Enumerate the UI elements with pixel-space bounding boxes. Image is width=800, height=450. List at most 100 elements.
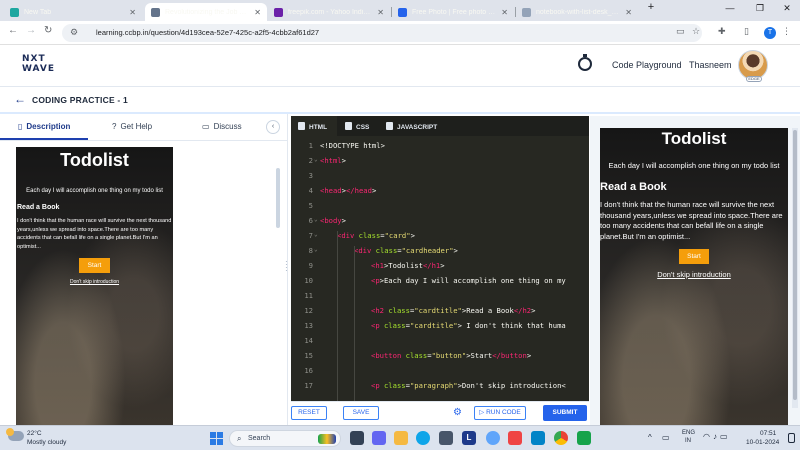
clock-time[interactable]: 07:51 (760, 430, 776, 437)
fold-chevron-icon[interactable]: ⌄ (314, 216, 318, 223)
language-indicator[interactable]: ENG (682, 430, 695, 436)
code-line[interactable]: 7 ⌄ <div class="card"> (291, 231, 589, 246)
code-playground-link[interactable]: Code Playground (612, 60, 682, 70)
cloudy-weather-icon[interactable] (6, 428, 24, 441)
taskbar-search[interactable]: ⌕ Search (229, 430, 341, 447)
browser-tab-strip: New Tab ✕ Revolutionizing the Job Market… (0, 0, 800, 21)
tab-description[interactable]: ▯ Description (18, 122, 70, 131)
site-info-icon[interactable]: ⚙ (70, 27, 78, 38)
code-line[interactable]: 5 (291, 201, 589, 216)
code-line[interactable]: 11 (291, 291, 589, 306)
code-line[interactable]: 1 <!DOCTYPE html> (291, 141, 589, 156)
telegram-icon[interactable] (531, 431, 545, 445)
reset-button[interactable]: RESET (291, 406, 327, 420)
maximize-icon[interactable]: ❐ (745, 3, 775, 14)
browser-tab-yahoo-search[interactable]: freepik.com - Yahoo India Sear ✕ (268, 3, 390, 21)
save-button[interactable]: SAVE (343, 406, 379, 420)
xbox-icon[interactable] (577, 431, 591, 445)
teams-icon[interactable] (372, 431, 386, 445)
browser-tab-job-market[interactable]: Revolutionizing the Job Market ✕ (145, 3, 267, 21)
code-line[interactable]: 17 <p class="paragraph">Don't skip introd… (291, 381, 589, 396)
code-line[interactable]: 13 <p class="cardtitle"> I don't think th… (291, 321, 589, 336)
url-bar[interactable]: ⚙ learning.ccbp.in/question/4d193cea-52e… (62, 24, 702, 42)
code-line[interactable]: 6 ⌄ <body> (291, 216, 589, 231)
browser-tab-free-photo[interactable]: Free Photo | Free photo notebo ✕ (392, 3, 514, 21)
tab-get-help[interactable]: ? Get Help (112, 122, 152, 131)
region-indicator[interactable]: IN (685, 438, 691, 444)
fold-chevron-icon[interactable]: ⌄ (314, 246, 318, 253)
close-icon[interactable]: ✕ (377, 8, 384, 17)
collapse-panel-button[interactable]: ‹ (266, 120, 280, 134)
clock-date[interactable]: 10-01-2024 (746, 439, 779, 446)
close-icon[interactable]: ✕ (625, 8, 632, 17)
file-explorer-icon[interactable] (394, 431, 408, 445)
minimize-icon[interactable]: — (715, 3, 745, 13)
output-link[interactable]: Don't skip introduction (600, 270, 788, 279)
profile-avatar[interactable]: T (764, 27, 776, 39)
code-area[interactable]: 1 <!DOCTYPE html> 2 ⌄ <html> 3 4 <head></head> 5… (291, 136, 589, 401)
code-line[interactable]: 14 (291, 336, 589, 351)
user-name[interactable]: Thasneem (689, 60, 732, 70)
close-window-icon[interactable]: ✕ (772, 3, 800, 14)
code-line[interactable]: 15 <button class="button">Start</button> (291, 351, 589, 366)
nxtwave-logo[interactable]: NXT WAVE (22, 54, 55, 74)
run-code-button[interactable]: ▷ RUN CODE (474, 406, 526, 420)
output-scrollbar[interactable] (793, 130, 797, 400)
wifi-volume-battery-icon[interactable]: ◠♪▭ (703, 432, 731, 441)
show-hidden-icons-chevron-icon[interactable]: ^ (648, 433, 652, 442)
practice-title: CODING PRACTICE - 1 (32, 95, 128, 105)
edge-icon[interactable] (416, 431, 430, 445)
back-arrow-icon[interactable]: ← (14, 92, 26, 106)
tray-app-icon[interactable]: ▭ (662, 433, 670, 442)
code-line[interactable]: 9 <h1>Todolist</h1> (291, 261, 589, 276)
scrollbar[interactable] (276, 168, 280, 228)
submit-button[interactable]: SUBMIT (543, 405, 587, 421)
settings-gear-icon[interactable]: ⚙ (453, 407, 462, 418)
output-start-button[interactable]: Start (679, 249, 709, 264)
code-line[interactable]: 2 ⌄ <html> (291, 156, 589, 171)
store-icon[interactable] (439, 431, 453, 445)
bookmark-star-icon[interactable]: ☆ (692, 26, 700, 37)
tab-css[interactable]: CSS (345, 122, 369, 131)
reload-icon[interactable]: ↻ (44, 25, 52, 36)
notification-icon[interactable] (788, 433, 795, 443)
side-panel-icon[interactable]: ▯ (744, 26, 749, 37)
code-text: <body> (320, 216, 346, 225)
code-line[interactable]: 16 (291, 366, 589, 381)
youtube-icon[interactable] (508, 431, 522, 445)
back-icon[interactable]: ← (8, 25, 18, 36)
task-view-icon[interactable] (350, 431, 364, 445)
forward-icon[interactable]: → (26, 25, 36, 36)
tab-title: New Tab (24, 8, 52, 16)
close-icon[interactable]: ✕ (501, 8, 508, 17)
url-text[interactable]: learning.ccbp.in/question/4d193cea-52e7-… (96, 28, 319, 37)
code-line[interactable]: 8 ⌄ <div class="cardheader"> (291, 246, 589, 261)
browser-tab-notebook[interactable]: notebook-with-list-desk_23-21 ✕ (516, 3, 638, 21)
weather-description[interactable]: Mostly cloudy (27, 439, 66, 446)
streak-icon[interactable] (578, 54, 592, 71)
code-line[interactable]: 12 <h2 class="cardtitle">Read a Book</h2> (291, 306, 589, 321)
tab-discuss[interactable]: ▭ Discuss (202, 122, 242, 131)
code-line[interactable]: 4 <head></head> (291, 186, 589, 201)
tab-javascript[interactable]: JAVASCRIPT (386, 122, 437, 131)
new-tab-button[interactable]: + (636, 1, 666, 13)
browser-tab-new-tab[interactable]: New Tab ✕ (4, 3, 142, 21)
resize-handle[interactable]: · · · · (285, 258, 288, 275)
fold-chevron-icon[interactable]: ⌄ (314, 231, 318, 238)
code-line[interactable]: 3 (291, 171, 589, 186)
preview-start-button: Start (78, 258, 111, 273)
code-line[interactable]: 10 <p>Each day I will accomplish one thin… (291, 276, 589, 291)
windows-start-icon[interactable] (210, 432, 223, 445)
css3-icon (345, 122, 352, 130)
extensions-icon[interactable]: ✚ (718, 26, 726, 37)
weather-temperature[interactable]: 22°C (27, 430, 42, 437)
close-icon[interactable]: ✕ (254, 8, 261, 17)
more-menu-icon[interactable]: ⋮ (782, 26, 791, 37)
app-l-icon[interactable]: L (462, 431, 476, 445)
tab-html[interactable]: HTML (298, 122, 327, 131)
alexa-icon[interactable] (486, 431, 500, 445)
install-app-icon[interactable]: ▭ (676, 26, 685, 37)
fold-chevron-icon[interactable]: ⌄ (314, 156, 318, 163)
close-icon[interactable]: ✕ (129, 8, 136, 17)
chrome-icon[interactable] (554, 431, 568, 445)
